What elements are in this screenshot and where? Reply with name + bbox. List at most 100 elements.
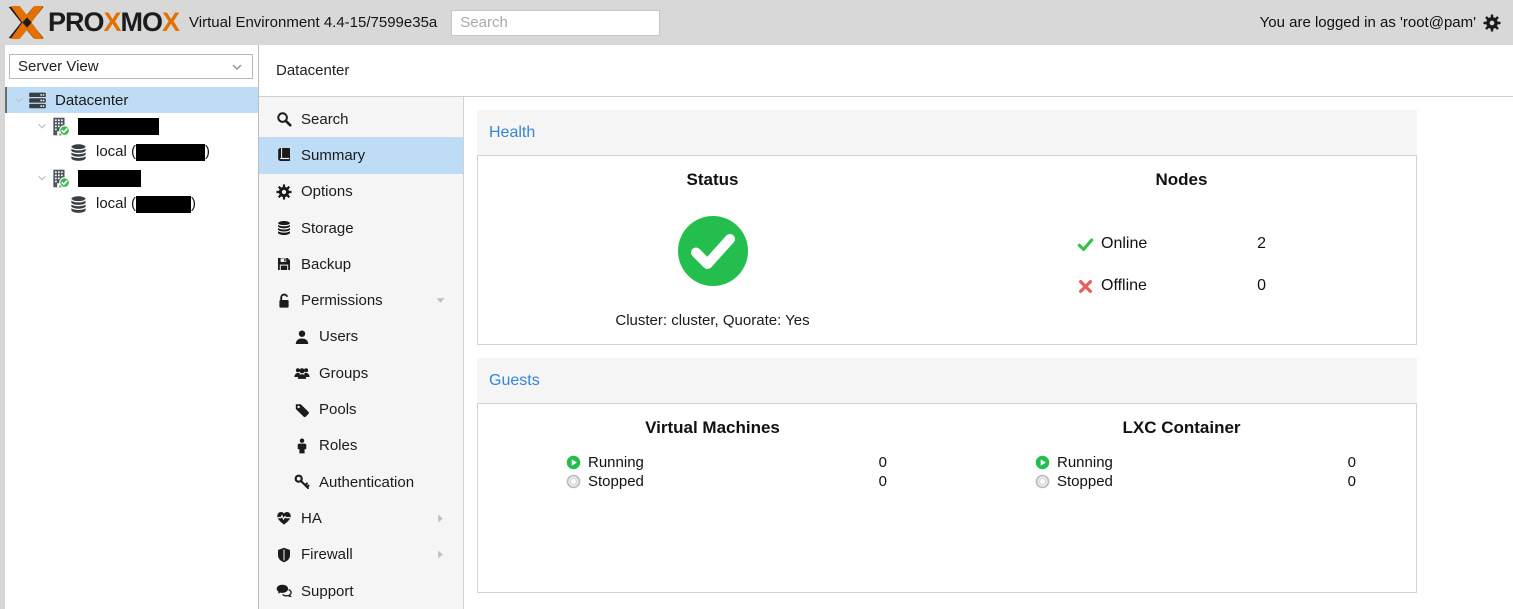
menu-item-groups[interactable]: Groups xyxy=(259,355,463,391)
stat-label: Stopped xyxy=(588,473,644,490)
menu-item-support[interactable]: Support xyxy=(259,573,463,609)
heartbeat-icon xyxy=(276,510,292,526)
menu-item-options[interactable]: Options xyxy=(259,174,463,210)
expander-chevron-icon[interactable] xyxy=(13,94,25,106)
search-input[interactable] xyxy=(451,10,660,36)
floppy-icon xyxy=(276,256,292,272)
guests-card-title: Guests xyxy=(489,372,540,390)
stat-value: 0 xyxy=(1257,277,1266,295)
storage-icon xyxy=(69,195,88,214)
cross-icon xyxy=(1077,278,1094,295)
menu-item-label: Roles xyxy=(319,437,357,454)
stat-label: Offline xyxy=(1101,277,1147,295)
tree-item-storage-local-1[interactable]: local () xyxy=(5,139,258,165)
menu-item-authentication[interactable]: Authentication xyxy=(259,464,463,500)
menu-item-label: Permissions xyxy=(301,292,383,309)
nodes-heading: Nodes xyxy=(947,170,1416,190)
stat-row-running: Running 0 xyxy=(566,453,887,472)
menu-item-users[interactable]: Users xyxy=(259,319,463,355)
menu-item-search[interactable]: Search xyxy=(259,101,463,137)
menu-item-summary[interactable]: Summary xyxy=(259,137,463,173)
node-icon xyxy=(51,169,70,188)
wordmark-part: MO xyxy=(121,7,163,37)
running-icon xyxy=(1035,455,1050,470)
tree-item-storage-local-2[interactable]: local () xyxy=(5,191,258,217)
tag-icon xyxy=(294,402,310,418)
stat-row-stopped: Stopped0 xyxy=(1035,472,1356,491)
menu-item-label: Users xyxy=(319,328,358,345)
expander-chevron-icon[interactable] xyxy=(36,172,48,184)
stat-label: Running xyxy=(588,454,644,471)
stat-row-stopped: Stopped0 xyxy=(566,472,887,491)
lxc-container-column: LXC Container Running0Stopped0 xyxy=(947,404,1416,592)
menu-item-roles[interactable]: Roles xyxy=(259,428,463,464)
proxmox-wordmark: PROXMOX xyxy=(48,9,179,36)
proxmox-logo-icon xyxy=(8,6,46,39)
tree-item-label xyxy=(78,169,141,187)
wordmark-part: PRO xyxy=(48,7,104,37)
menu-item-firewall[interactable]: Firewall xyxy=(259,537,463,573)
stopped-icon xyxy=(1035,474,1050,489)
guests-card: Guests Virtual Machines Running0Stopped0… xyxy=(477,358,1417,593)
expander-chevron-icon[interactable] xyxy=(36,120,48,132)
gear-icon xyxy=(276,184,292,200)
menu-item-label: Groups xyxy=(319,365,368,382)
caret-right-icon xyxy=(434,548,447,561)
cluster-status-column: Status Cluster: cluster, Quorate: Yes xyxy=(478,156,947,344)
stat-value: 0 xyxy=(1348,454,1356,471)
menu-item-label: Authentication xyxy=(319,474,414,491)
database-icon xyxy=(276,220,292,236)
server-icon xyxy=(28,91,47,110)
resource-tree: Datacenter local () local () xyxy=(5,87,258,217)
redacted-text xyxy=(78,118,159,135)
status-heading: Status xyxy=(478,170,947,190)
menu-item-backup[interactable]: Backup xyxy=(259,246,463,282)
comments-icon xyxy=(276,583,292,599)
redacted-text xyxy=(136,144,205,161)
tree-item-label: local () xyxy=(96,195,196,213)
cluster-status-caption: Cluster: cluster, Quorate: Yes xyxy=(478,312,947,329)
unlock-icon xyxy=(276,293,292,309)
menu-item-label: Summary xyxy=(301,147,365,164)
virtual-machines-column: Virtual Machines Running 0Stopped0 xyxy=(478,404,947,592)
person-icon xyxy=(294,438,310,454)
status-ok-icon xyxy=(678,216,748,286)
shield-icon xyxy=(276,547,292,563)
menu-item-permissions[interactable]: Permissions xyxy=(259,282,463,318)
stat-row-running: Running0 xyxy=(1035,453,1356,472)
tree-item-node-1[interactable] xyxy=(5,113,258,139)
stat-label: Stopped xyxy=(1057,473,1113,490)
menu-item-ha[interactable]: HA xyxy=(259,500,463,536)
virtual-machines-heading: Virtual Machines xyxy=(478,418,947,438)
guests-card-header: Guests xyxy=(477,358,1417,403)
wordmark-part: X xyxy=(104,7,121,37)
menu-item-label: Support xyxy=(301,583,354,600)
menu-item-label: Firewall xyxy=(301,546,353,563)
view-selector-dropdown[interactable]: Server View xyxy=(9,54,253,79)
key-icon xyxy=(294,474,310,490)
book-icon xyxy=(276,147,292,163)
resource-tree-sidebar: Server View Datacenter local () local () xyxy=(0,45,259,609)
lxc-container-heading: LXC Container xyxy=(947,418,1416,438)
running-icon xyxy=(566,455,581,470)
menu-item-label: Pools xyxy=(319,401,357,418)
stat-row-offline: Offline 0 xyxy=(1077,274,1266,298)
panel-title: Datacenter xyxy=(259,45,1513,97)
redacted-text xyxy=(78,170,141,187)
menu-item-storage[interactable]: Storage xyxy=(259,210,463,246)
menu-item-label: HA xyxy=(301,510,322,527)
menu-item-label: Search xyxy=(301,111,349,128)
top-header: PROXMOX Virtual Environment 4.4-15/7599e… xyxy=(0,0,1513,45)
caret-right-icon xyxy=(434,512,447,525)
health-card-header: Health xyxy=(477,110,1417,155)
workspace: Datacenter Search Summary OptionsStorageBa… xyxy=(259,45,1513,609)
menu-item-pools[interactable]: Pools xyxy=(259,391,463,427)
caret-down-icon xyxy=(434,294,447,307)
tree-item-label xyxy=(78,117,159,135)
logged-in-text: You are logged in as 'root@pam' xyxy=(1260,14,1476,31)
nodes-column: Nodes Online2Offline0 xyxy=(947,156,1416,344)
tree-item-node-2[interactable] xyxy=(5,165,258,191)
stat-value: 0 xyxy=(879,454,887,471)
tree-item-datacenter[interactable]: Datacenter xyxy=(5,87,258,113)
gear-icon[interactable] xyxy=(1483,14,1501,32)
